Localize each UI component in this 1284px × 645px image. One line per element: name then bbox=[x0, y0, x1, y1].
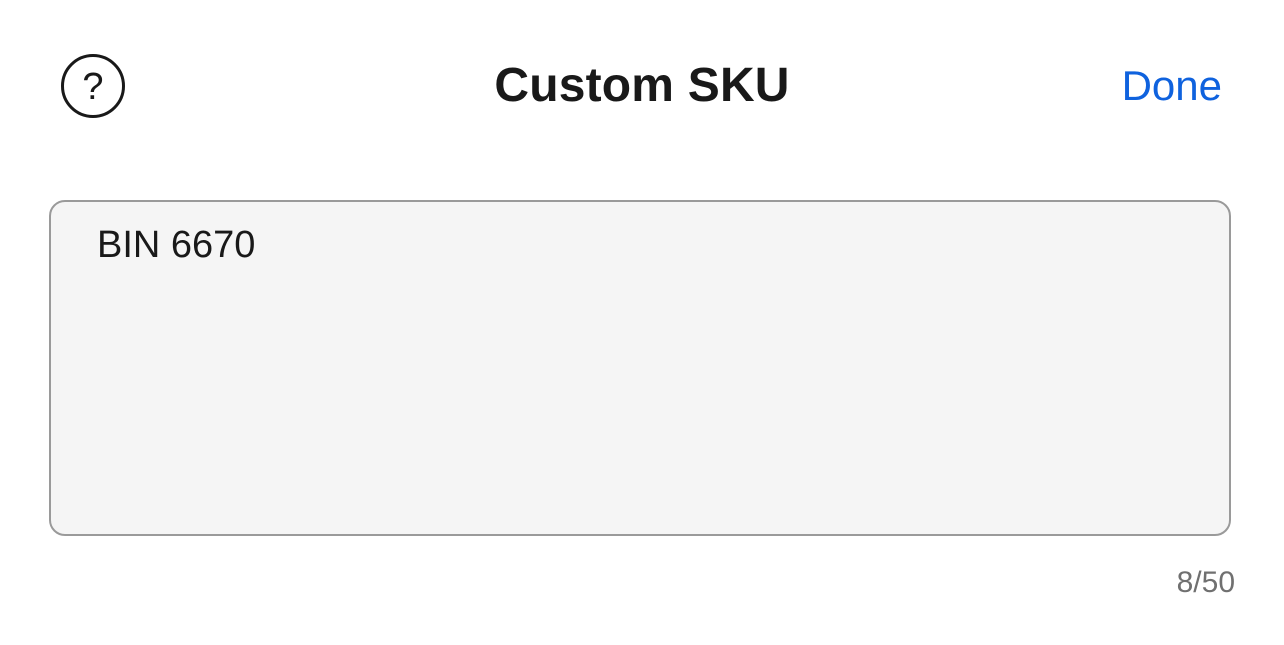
custom-sku-input[interactable]: BIN 6670 bbox=[49, 200, 1231, 536]
page-title: Custom SKU bbox=[494, 59, 790, 112]
custom-sku-value: BIN 6670 bbox=[97, 224, 256, 266]
character-counter: 8/50 bbox=[1176, 566, 1235, 599]
done-button[interactable]: Done bbox=[1122, 56, 1222, 116]
header-bar: ? Custom SKU Done bbox=[0, 0, 1284, 170]
